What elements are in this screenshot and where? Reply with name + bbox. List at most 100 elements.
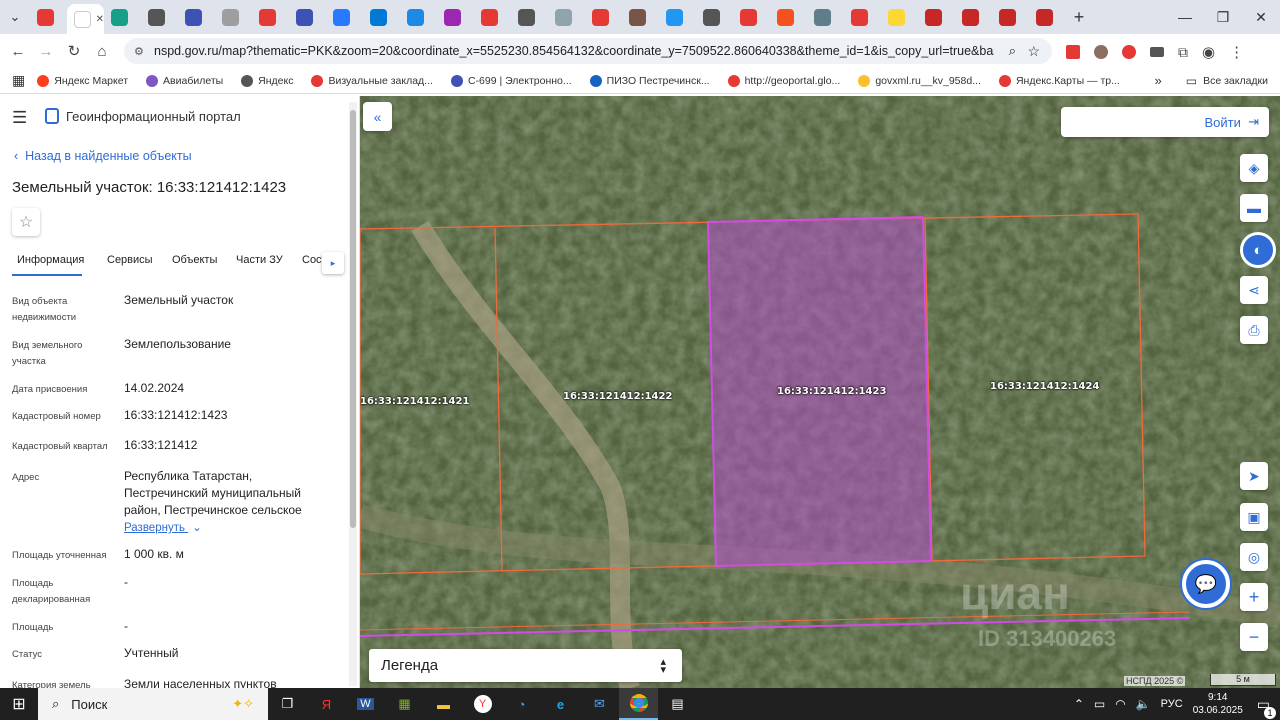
extension-icon[interactable]: [1122, 45, 1136, 59]
notifications-button[interactable]: ▭ 1: [1257, 696, 1276, 719]
browser-tab[interactable]: [400, 4, 437, 30]
browser-tab[interactable]: [696, 4, 733, 30]
bookmark-star-icon[interactable]: ☆: [1027, 43, 1040, 60]
browser-tab[interactable]: [844, 4, 881, 30]
browser-tab[interactable]: [881, 4, 918, 30]
collapse-panel-button[interactable]: «: [363, 102, 392, 131]
scrollbar-thumb[interactable]: [350, 110, 356, 528]
taskbar-edge[interactable]: ◔: [502, 688, 541, 720]
browser-tab[interactable]: [104, 4, 141, 30]
taskbar-yandex[interactable]: Y: [463, 688, 502, 720]
browser-tab[interactable]: [215, 4, 252, 30]
object-tab[interactable]: Сервисы: [107, 254, 153, 266]
taskbar-word[interactable]: W: [346, 688, 385, 720]
browser-tab[interactable]: [437, 4, 474, 30]
tab-search-button[interactable]: ⌄: [0, 1, 30, 33]
browser-tab[interactable]: [770, 4, 807, 30]
extension-icon[interactable]: [1150, 47, 1164, 57]
object-tab[interactable]: Объекты: [172, 254, 217, 266]
browser-tab[interactable]: [289, 4, 326, 30]
chat-button[interactable]: 💬: [1182, 560, 1230, 608]
browser-tab[interactable]: [511, 4, 548, 30]
parcel-label[interactable]: 16:33:121412:1422: [563, 391, 672, 402]
language-indicator[interactable]: РУС: [1161, 698, 1183, 710]
bookmark-item[interactable]: ПИЗО Пестречинск...: [589, 74, 710, 87]
browser-tab[interactable]: [548, 4, 585, 30]
bookmark-item[interactable]: Визуальные заклад...: [311, 74, 433, 87]
url-field[interactable]: ⚙ nspd.gov.ru/map?thematic=PKK&zoom=20&c…: [124, 38, 1052, 64]
all-bookmarks-link[interactable]: Все закладки: [1203, 75, 1268, 87]
share-button[interactable]: ⋖: [1240, 276, 1268, 304]
legend-dropdown[interactable]: Легенда ▴ ▾: [369, 649, 682, 682]
taskbar-store[interactable]: ▦: [385, 688, 424, 720]
task-view-button[interactable]: ❐: [268, 688, 307, 720]
tray-icons[interactable]: ⌃ ▭ ◠ 🔈: [1074, 697, 1151, 711]
tabs-scroll-right-button[interactable]: ▸: [322, 252, 344, 274]
favorite-button[interactable]: ☆: [12, 208, 40, 236]
taskbar-mail[interactable]: ✉: [580, 688, 619, 720]
more-bookmarks-icon[interactable]: »: [1154, 73, 1161, 88]
site-info-icon[interactable]: ⚙: [134, 45, 144, 58]
print-button[interactable]: ⎙: [1240, 316, 1268, 344]
browser-tab[interactable]: [585, 4, 622, 30]
bookmark-item[interactable]: Яндекс Маркет: [37, 74, 128, 87]
browser-tab[interactable]: [252, 4, 289, 30]
browser-tab[interactable]: [30, 4, 67, 30]
close-tab-icon[interactable]: ✕: [96, 14, 104, 25]
parcel-label[interactable]: 16:33:121412:1423: [777, 386, 886, 397]
layers-button[interactable]: ◈: [1240, 154, 1268, 182]
browser-tab[interactable]: [992, 4, 1029, 30]
browser-tab[interactable]: [326, 4, 363, 30]
taskbar-search[interactable]: ⌕ Поиск ✦✧: [38, 688, 268, 720]
taskbar-calculator[interactable]: ▤: [658, 688, 697, 720]
browser-tab[interactable]: [955, 4, 992, 30]
zoom-out-button[interactable]: −: [1240, 623, 1268, 651]
browser-tab[interactable]: [141, 4, 178, 30]
bookmark-item[interactable]: govxml.ru__kv_958d...: [858, 74, 981, 87]
extension-icon[interactable]: [1094, 45, 1108, 59]
map-view[interactable]: 16:33:121412:1421 16:33:121412:1422 16:3…: [360, 96, 1280, 688]
home-icon[interactable]: ⌂: [88, 43, 116, 60]
browser-tab[interactable]: [733, 4, 770, 30]
browser-tab[interactable]: [474, 4, 511, 30]
profile-icon[interactable]: ◉: [1202, 43, 1215, 61]
zoom-icon[interactable]: ⌕: [1009, 43, 1016, 59]
panel-scrollbar[interactable]: [349, 102, 357, 686]
browser-tab[interactable]: [659, 4, 696, 30]
start-button[interactable]: ⊞: [0, 688, 38, 720]
reload-icon[interactable]: ↻: [60, 42, 88, 60]
browser-tab[interactable]: [363, 4, 400, 30]
menu-dots-icon[interactable]: ⋮: [1229, 43, 1244, 61]
minimize-button[interactable]: —: [1166, 9, 1204, 25]
restore-button[interactable]: ❐: [1204, 9, 1242, 26]
browser-tab[interactable]: [918, 4, 955, 30]
bookmark-item[interactable]: Яндекс.Карты — тр...: [998, 74, 1120, 87]
browser-tab[interactable]: [1029, 4, 1066, 30]
bookmark-item[interactable]: Яндекс: [241, 74, 293, 87]
expand-address-link[interactable]: Развернуть ⌄: [124, 520, 202, 534]
browser-tab[interactable]: [807, 4, 844, 30]
chat-support-button[interactable]: ◐: [1240, 232, 1276, 268]
object-tab[interactable]: Информация: [17, 254, 84, 266]
new-tab-button[interactable]: +: [1066, 7, 1092, 28]
parcel-label[interactable]: 16:33:121412:1424: [990, 381, 1099, 392]
back-to-results-link[interactable]: ‹ Назад в найденные объекты: [14, 149, 192, 163]
login-button[interactable]: Войти ⇥: [1061, 107, 1269, 137]
locate-button[interactable]: ➤: [1240, 462, 1268, 490]
parcel-label[interactable]: 16:33:121412:1421: [360, 396, 469, 407]
taskbar-yandex-browser[interactable]: Я: [307, 688, 346, 720]
apps-grid-icon[interactable]: ▦: [12, 72, 25, 89]
puzzle-icon[interactable]: ⧉: [1178, 44, 1188, 61]
measure-button[interactable]: ▬: [1240, 194, 1268, 222]
extension-icon[interactable]: [1066, 45, 1080, 59]
hamburger-menu-icon[interactable]: ☰: [12, 108, 27, 128]
object-tab[interactable]: Части ЗУ: [236, 254, 283, 266]
close-window-button[interactable]: ✕: [1242, 9, 1280, 26]
zoom-in-button[interactable]: +: [1240, 583, 1268, 611]
minimap-button[interactable]: ▣: [1240, 503, 1268, 531]
taskbar-explorer[interactable]: ▬: [424, 688, 463, 720]
bookmark-item[interactable]: http://geoportal.glo...: [727, 74, 840, 87]
browser-tab[interactable]: [622, 4, 659, 30]
bookmark-item[interactable]: С-699 | Электронно...: [450, 74, 572, 87]
taskbar-ie[interactable]: e: [541, 688, 580, 720]
